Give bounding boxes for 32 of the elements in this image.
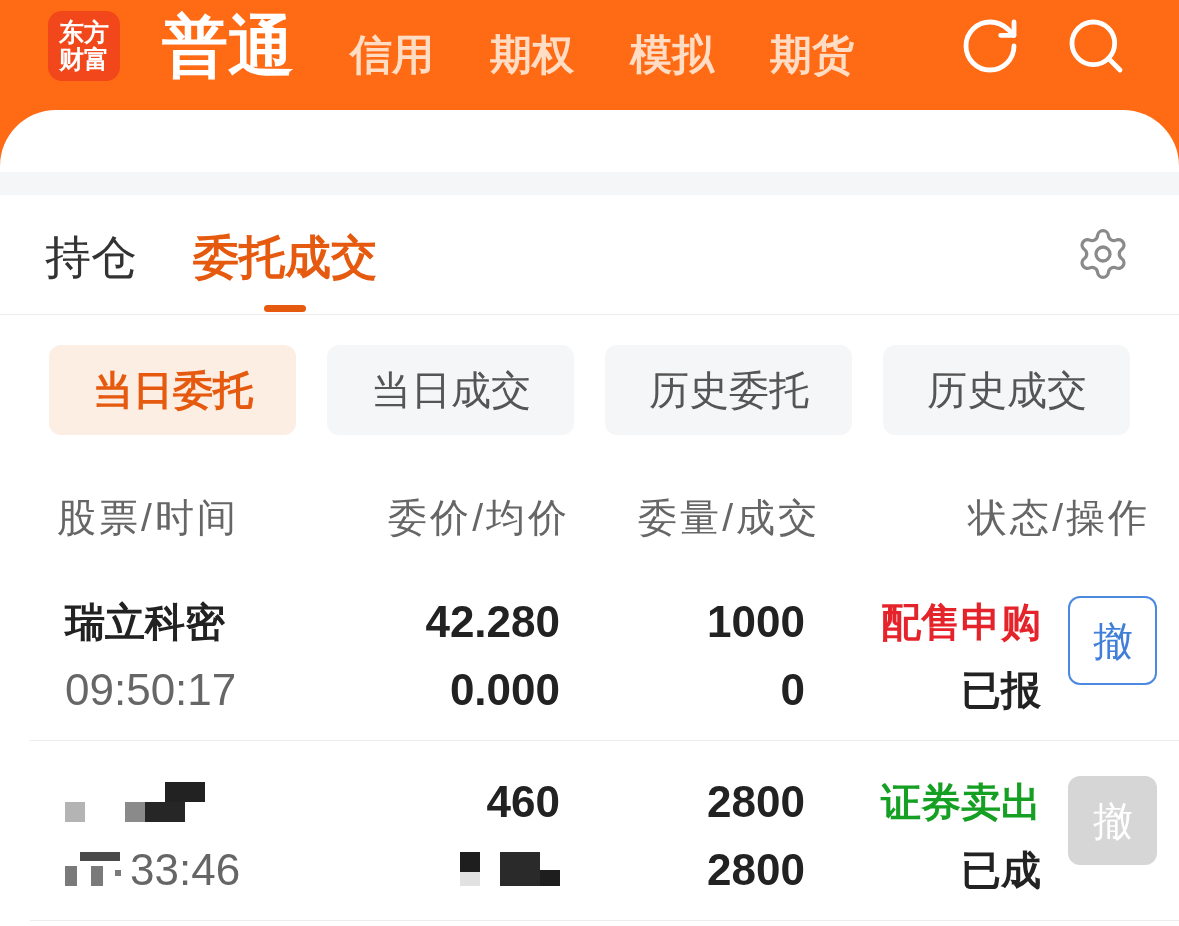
- column-header: 状态/操作: [966, 494, 1150, 541]
- account-tab[interactable]: 模拟: [630, 34, 714, 76]
- filled-quantity: 2800: [707, 848, 805, 892]
- order-status: 已报: [961, 670, 1041, 710]
- account-tab[interactable]: 期货: [770, 34, 854, 76]
- order-quantity: 2800: [707, 780, 805, 824]
- tab[interactable]: 持仓: [45, 234, 137, 314]
- filter-tab[interactable]: 历史委托: [605, 345, 852, 435]
- cancel-button[interactable]: 撤: [1068, 596, 1157, 685]
- order-time: 09:50:17: [65, 668, 237, 712]
- column-header: 委价/均价: [387, 494, 570, 541]
- filter-tab[interactable]: 历史成交: [883, 345, 1130, 435]
- app-logo[interactable]: 东方 财富: [48, 11, 120, 81]
- account-tab[interactable]: 期权: [490, 34, 574, 76]
- order-status: 已成: [961, 850, 1041, 890]
- order-quantity: 1000: [707, 600, 805, 644]
- order-price: 460: [486, 780, 560, 824]
- column-header: 股票/时间: [57, 494, 240, 541]
- account-tab[interactable]: 信用: [350, 34, 434, 76]
- average-price: 0.000: [449, 668, 560, 712]
- filter-tab[interactable]: 当日委托: [49, 345, 296, 435]
- order-time: 33:46: [130, 848, 241, 892]
- stock-name: 瑞立科密: [65, 602, 225, 642]
- filter-tab[interactable]: 当日成交: [327, 345, 574, 435]
- filled-quantity: 0: [780, 668, 805, 712]
- account-tab[interactable]: 普通: [162, 13, 294, 79]
- order-price: 42.280: [425, 600, 560, 644]
- order-type: 证券卖出: [881, 782, 1041, 822]
- active-tab-indicator: [264, 305, 306, 312]
- tab[interactable]: 委托成交: [193, 234, 377, 314]
- order-type: 配售申购: [881, 602, 1041, 642]
- column-header: 委量/成交: [637, 494, 820, 541]
